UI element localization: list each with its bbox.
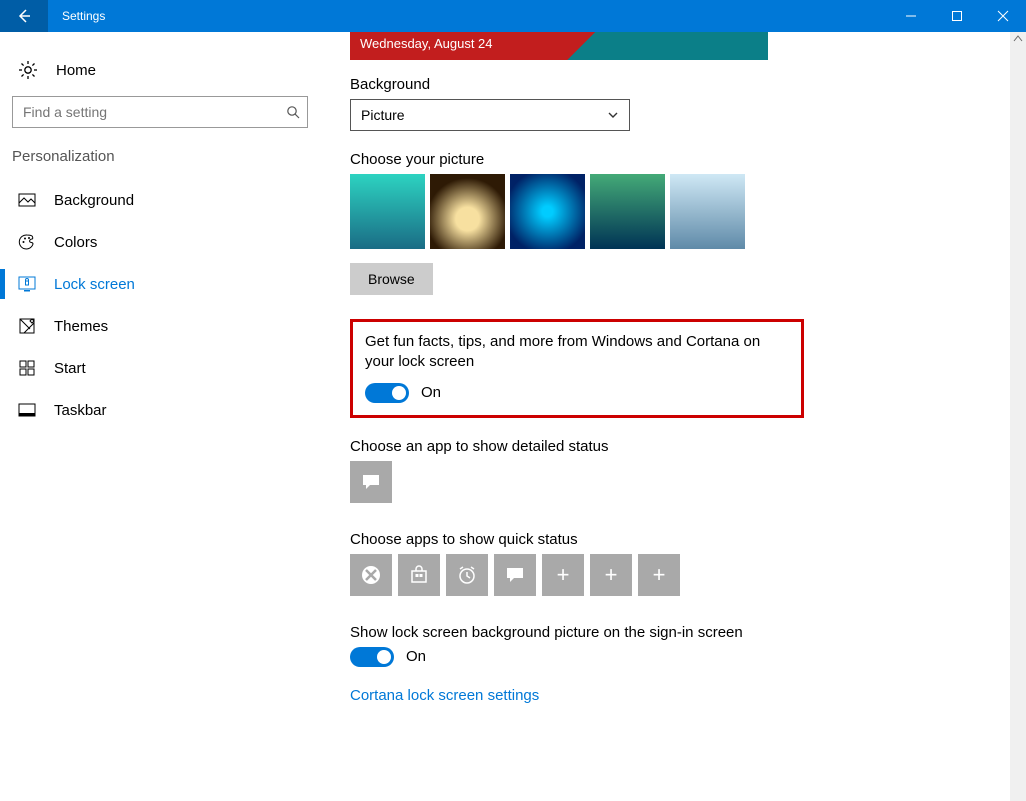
picture-thumb[interactable] bbox=[670, 174, 745, 249]
sidebar-item-start[interactable]: Start bbox=[0, 347, 320, 389]
signin-bg-toggle-state: On bbox=[406, 648, 426, 665]
quick-status-slot-empty[interactable]: + bbox=[590, 554, 632, 596]
quick-status-slot-empty[interactable]: + bbox=[542, 554, 584, 596]
close-button[interactable] bbox=[980, 0, 1026, 32]
picture-thumb[interactable] bbox=[350, 174, 425, 249]
alarm-icon bbox=[456, 564, 478, 586]
lockscreen-preview: Wednesday, August 24 bbox=[350, 32, 768, 60]
fun-facts-toggle[interactable] bbox=[365, 383, 409, 403]
select-value: Picture bbox=[361, 107, 405, 123]
browse-button[interactable]: Browse bbox=[350, 263, 433, 295]
detailed-status-label: Choose an app to show detailed status bbox=[350, 438, 996, 455]
maximize-icon bbox=[951, 10, 963, 22]
search-input[interactable] bbox=[12, 96, 308, 128]
quick-status-slot[interactable] bbox=[494, 554, 536, 596]
sidebar-item-colors[interactable]: Colors bbox=[0, 221, 320, 263]
picture-thumb[interactable] bbox=[430, 174, 505, 249]
quick-status-slot[interactable] bbox=[398, 554, 440, 596]
nav-label: Taskbar bbox=[54, 402, 107, 419]
fun-facts-label: Get fun facts, tips, and more from Windo… bbox=[365, 332, 789, 373]
fun-facts-toggle-state: On bbox=[421, 384, 441, 401]
chevron-down-icon bbox=[607, 109, 619, 121]
sidebar-item-lockscreen[interactable]: Lock screen bbox=[0, 263, 320, 305]
cortana-link[interactable]: Cortana lock screen settings bbox=[350, 687, 539, 704]
nav-label: Lock screen bbox=[54, 276, 135, 293]
home-button[interactable]: Home bbox=[0, 52, 320, 96]
search-container bbox=[12, 96, 308, 128]
signin-bg-toggle[interactable] bbox=[350, 647, 394, 667]
background-label: Background bbox=[350, 76, 996, 93]
nav-label: Background bbox=[54, 192, 134, 209]
preview-date: Wednesday, August 24 bbox=[360, 36, 493, 51]
sidebar-item-taskbar[interactable]: Taskbar bbox=[0, 389, 320, 431]
picture-icon bbox=[18, 191, 36, 209]
maximize-button[interactable] bbox=[934, 0, 980, 32]
palette-icon bbox=[18, 233, 36, 251]
nav-label: Colors bbox=[54, 234, 97, 251]
sidebar-group-title: Personalization bbox=[0, 144, 320, 179]
fun-facts-highlight: Get fun facts, tips, and more from Windo… bbox=[350, 319, 804, 418]
sidebar: Home Personalization Background Colors L… bbox=[0, 32, 320, 801]
back-button[interactable] bbox=[0, 0, 48, 32]
signin-bg-label: Show lock screen background picture on t… bbox=[350, 624, 996, 641]
minimize-icon bbox=[905, 10, 917, 22]
search-icon bbox=[286, 105, 300, 119]
minimize-button[interactable] bbox=[888, 0, 934, 32]
sidebar-item-background[interactable]: Background bbox=[0, 179, 320, 221]
taskbar-icon bbox=[18, 401, 36, 419]
picture-thumbnails bbox=[350, 174, 996, 249]
titlebar: Settings bbox=[0, 0, 1026, 32]
quick-status-label: Choose apps to show quick status bbox=[350, 531, 996, 548]
quick-status-slot[interactable] bbox=[350, 554, 392, 596]
scrollbar[interactable] bbox=[1010, 32, 1026, 801]
message-icon bbox=[505, 565, 525, 585]
picture-thumb[interactable] bbox=[590, 174, 665, 249]
window-controls bbox=[888, 0, 1026, 32]
choose-picture-label: Choose your picture bbox=[350, 151, 996, 168]
nav-label: Themes bbox=[54, 318, 108, 335]
nav-label: Start bbox=[54, 360, 86, 377]
gear-icon bbox=[18, 60, 38, 80]
home-label: Home bbox=[56, 62, 96, 79]
detailed-status-app[interactable] bbox=[350, 461, 392, 503]
quick-status-slot[interactable] bbox=[446, 554, 488, 596]
themes-icon bbox=[18, 317, 36, 335]
quick-status-row: + + + bbox=[350, 554, 996, 596]
scroll-up-icon bbox=[1013, 34, 1023, 44]
xbox-icon bbox=[360, 564, 382, 586]
background-select[interactable]: Picture bbox=[350, 99, 630, 131]
start-icon bbox=[18, 359, 36, 377]
sidebar-item-themes[interactable]: Themes bbox=[0, 305, 320, 347]
quick-status-slot-empty[interactable]: + bbox=[638, 554, 680, 596]
store-icon bbox=[409, 565, 429, 585]
lockscreen-icon bbox=[18, 275, 36, 293]
message-icon bbox=[360, 471, 382, 493]
picture-thumb[interactable] bbox=[510, 174, 585, 249]
main-panel: Wednesday, August 24 Background Picture … bbox=[320, 32, 1026, 801]
arrow-left-icon bbox=[16, 8, 32, 24]
close-icon bbox=[997, 10, 1009, 22]
window-title: Settings bbox=[48, 9, 888, 23]
